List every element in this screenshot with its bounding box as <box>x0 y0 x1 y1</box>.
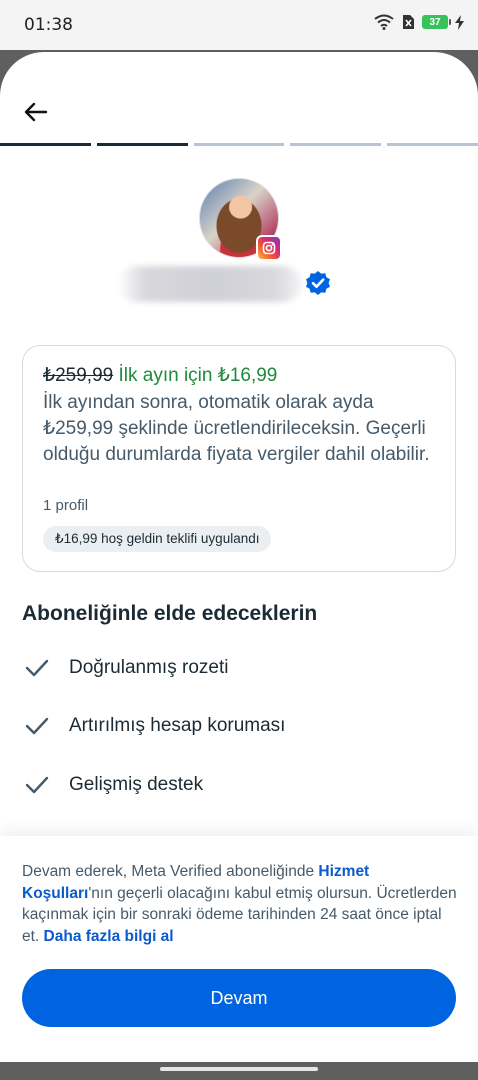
footer-panel: Devam ederek, Meta Verified aboneliğinde… <box>0 836 478 1062</box>
status-time: 01:38 <box>24 15 73 35</box>
profile-name-hidden <box>118 266 302 302</box>
navigation-bar <box>0 1062 478 1080</box>
profile-avatar-group <box>199 178 282 261</box>
price-line: ₺259,99 İlk ayın için ₺16,99 <box>43 364 277 387</box>
check-icon <box>22 770 52 800</box>
welcome-offer-chip: ₺16,99 hoş geldin teklifi uygulandı <box>43 526 272 552</box>
benefit-item: Artırılmış hesap koruması <box>22 711 285 741</box>
benefit-item: Doğrulanmış rozeti <box>22 653 228 683</box>
terms-prefix: Devam ederek, Meta Verified aboneliğinde <box>22 863 319 880</box>
benefits-title: Aboneliğinle elde edeceklerin <box>22 602 318 625</box>
status-bar: 01:38 37 <box>0 0 478 50</box>
benefit-label: Artırılmış hesap koruması <box>69 715 286 736</box>
subscription-sheet: ₺259,99 İlk ayın için ₺16,99 İlk ayından… <box>0 52 478 1062</box>
wifi-icon <box>374 14 394 30</box>
no-sim-icon <box>403 15 414 29</box>
promo-price: İlk ayın için ₺16,99 <box>118 365 278 386</box>
continue-button[interactable]: Devam <box>22 969 456 1027</box>
old-price: ₺259,99 <box>43 365 114 386</box>
offer-description: İlk ayından sonra, otomatik olarak ayda … <box>43 392 430 465</box>
status-icons: 37 <box>374 14 464 30</box>
battery-icon: 37 <box>422 15 451 29</box>
benefit-label: Doğrulanmış rozeti <box>69 657 229 678</box>
back-button[interactable] <box>18 94 54 130</box>
check-icon <box>22 711 52 741</box>
instagram-icon <box>256 235 282 261</box>
home-gesture-handle[interactable] <box>160 1067 318 1071</box>
progress-segment <box>290 143 382 146</box>
benefit-label: Gelişmiş destek <box>69 774 204 795</box>
terms-text: Devam ederek, Meta Verified aboneliğinde… <box>22 861 458 947</box>
charging-icon <box>455 14 464 30</box>
verified-check-icon <box>306 271 330 295</box>
progress-segment <box>387 143 478 146</box>
check-icon <box>22 653 52 683</box>
progress-segment <box>0 143 91 146</box>
progress-segment <box>96 143 188 146</box>
offer-card: ₺259,99 İlk ayın için ₺16,99 İlk ayından… <box>22 345 456 572</box>
step-progress-bar <box>0 143 478 146</box>
profile-count: 1 profil <box>43 497 89 514</box>
progress-segment <box>193 143 285 146</box>
benefit-item: Gelişmiş destek <box>22 770 203 800</box>
back-arrow-icon <box>24 102 48 122</box>
learn-more-link[interactable]: Daha fazla bilgi al <box>44 928 174 945</box>
